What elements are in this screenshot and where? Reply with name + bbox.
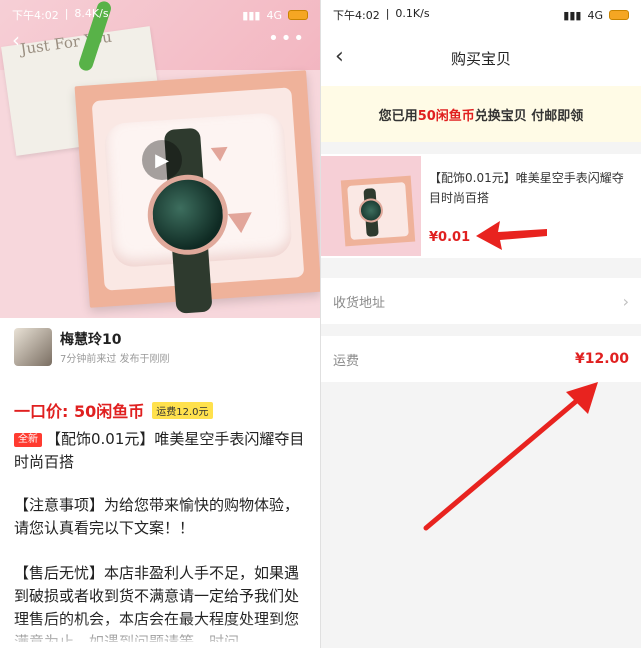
- nav-bar: ‹ 购买宝贝: [321, 30, 641, 86]
- product-title: 全新 【配饰0.01元】唯美星空手表闪耀夺目时尚百搭: [14, 428, 310, 474]
- notice-prefix: 您已用: [378, 108, 418, 124]
- new-tag: 全新: [14, 433, 42, 447]
- status-network: 4G: [587, 8, 603, 22]
- address-row[interactable]: 收货地址 ›: [321, 278, 641, 324]
- status-time: 下午4:02: [12, 9, 59, 22]
- notice-highlight: 50闲鱼币: [417, 108, 475, 124]
- price-label: 一口价: 50闲鱼币: [14, 402, 145, 421]
- text-fade: [0, 620, 320, 648]
- notice-suffix: 兑换宝贝 付邮即领: [474, 108, 584, 124]
- product-title-text: 【配饰0.01元】唯美星空手表闪耀夺目时尚百搭: [14, 430, 305, 471]
- fee-value: ¥12.00: [574, 351, 629, 367]
- checkout-screen: 下午4:02 | 0.1K/s ▮▮▮ 4G ‹ 购买宝贝 您已用 50闲鱼币 兑换…: [321, 0, 641, 648]
- status-network: 4G: [266, 8, 282, 22]
- triangle-pendant: [210, 146, 229, 162]
- seller-name[interactable]: 梅慧玲10: [60, 329, 121, 349]
- address-label: 收货地址: [333, 295, 386, 311]
- product-detail-screen: Just For You ▶ 下午4:02 | 8.4K/s ▮▮▮ 4G ‹ …: [0, 0, 320, 648]
- item-thumbnail[interactable]: [321, 156, 421, 256]
- signal-icon: ▮▮▮: [563, 8, 582, 22]
- more-dots-icon[interactable]: •••: [268, 28, 306, 49]
- watch-pillow: [103, 111, 293, 314]
- item-price: ¥0.01: [429, 230, 471, 245]
- signal-icon: ▮▮▮: [242, 8, 261, 22]
- item-description: 【配饰0.01元】唯美星空手表闪耀夺目时尚百搭: [429, 171, 624, 205]
- seller-meta: 7分钟前来过 发布于刚刚: [60, 354, 170, 365]
- notice-paragraph: 【注意事项】为给您带来愉快的购物体验，请您认真看完以下文案！！: [14, 496, 300, 537]
- seller-info[interactable]: 梅慧玲10 7分钟前来过 发布于刚刚: [0, 318, 320, 378]
- shipping-badge: 运费12.0元: [152, 401, 213, 419]
- play-icon[interactable]: ▶: [142, 140, 182, 180]
- triangle-bracelet: [227, 212, 254, 234]
- shipping-fee-row: 运费 ¥12.00: [321, 336, 641, 382]
- watch-box: [74, 70, 320, 314]
- chevron-right-icon: ›: [622, 291, 629, 311]
- order-item[interactable]: 【配饰0.01元】唯美星空手表闪耀夺目时尚百搭 ¥0.01: [321, 154, 641, 258]
- status-time: 下午4:02: [333, 9, 380, 22]
- status-bar: 下午4:02 | 8.4K/s ▮▮▮ 4G: [0, 0, 320, 30]
- exchange-notice: 您已用 50闲鱼币 兑换宝贝 付邮即领: [321, 86, 641, 142]
- fee-label: 运费: [333, 353, 360, 369]
- watch-face: [145, 172, 231, 258]
- battery-icon: [609, 10, 629, 20]
- status-bar: 下午4:02 | 0.1K/s ▮▮▮ 4G: [321, 0, 641, 30]
- avatar[interactable]: [14, 328, 52, 366]
- back-arrow-icon[interactable]: ‹: [12, 28, 20, 52]
- battery-icon: [288, 10, 308, 20]
- status-speed: 8.4K/s: [74, 7, 109, 20]
- page-title: 购买宝贝: [450, 50, 511, 68]
- price-row: 一口价: 50闲鱼币 运费12.0元: [14, 398, 213, 422]
- status-speed: 0.1K/s: [395, 7, 430, 20]
